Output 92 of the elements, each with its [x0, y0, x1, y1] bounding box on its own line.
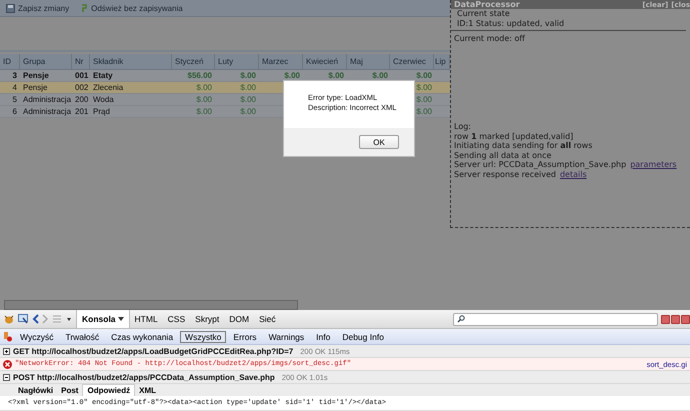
caret-icon — [118, 317, 124, 321]
table-cell-text: 5 — [12, 94, 18, 105]
panel-tab[interactable]: CSS — [162, 310, 190, 328]
column-header[interactable]: Grupa — [20, 54, 72, 69]
table-cell-text: 201 — [74, 106, 90, 117]
table-cell-text: Etaty — [92, 70, 114, 81]
table-cell-text: 4 — [12, 82, 18, 93]
panel-title: DataProcessor — [454, 0, 520, 9]
filter-button[interactable]: Debug Info — [337, 330, 389, 342]
toolbar-button[interactable]: Zapisz zmiany — [4, 4, 72, 12]
response-tab[interactable]: Odpowiedź — [82, 384, 136, 396]
table-cell: $.00 — [416, 83, 432, 92]
table-cell-text: 002 — [74, 82, 90, 93]
expand-toggle-icon[interactable] — [3, 374, 10, 380]
mode-text: Current mode: off — [453, 34, 526, 44]
table-cell-text: Pensje — [22, 70, 50, 81]
search-field[interactable] — [453, 312, 658, 326]
clear-console-icon[interactable] — [3, 332, 13, 342]
table-cell-text: Pensje — [22, 82, 48, 93]
table-cell-text: 3 — [12, 70, 18, 81]
grid-row[interactable]: 3 Pensje 001 Etaty $56.00 $.00 $.00 $.00 $.00 $.00 — [0, 70, 450, 82]
close-button[interactable] — [681, 314, 690, 324]
response-tab[interactable]: Post — [57, 384, 82, 396]
table-cell: $.00 — [196, 83, 212, 92]
request-url[interactable]: GET http://localhost/budzet2/apps/LoadBudgetGridPCCEditRea.php?ID=7 — [13, 346, 294, 356]
filter-button[interactable]: Trwałość — [60, 330, 104, 342]
log-line: Log: — [454, 122, 471, 131]
column-header[interactable]: Lip — [434, 54, 450, 69]
table-cell-text: 200 — [74, 94, 90, 105]
detach-button[interactable] — [671, 314, 680, 324]
column-header[interactable]: ID — [0, 54, 20, 69]
table-cell: $56.00 — [188, 71, 212, 80]
table-cell-text: Prąd — [92, 106, 111, 117]
table-cell: $.00 — [284, 71, 300, 80]
table-cell-text: Administracja — [22, 106, 72, 117]
table-cell: $.00 — [240, 83, 256, 92]
log-line: Server url: PCCData_Assumption_Save.php — [454, 160, 626, 169]
panel-tab[interactable]: Konsola — [76, 310, 130, 328]
bug-icon[interactable] — [3, 314, 15, 324]
filter-button[interactable]: Info — [311, 330, 336, 342]
table-cell: $.00 — [196, 107, 212, 116]
table-cell: $.00 — [372, 71, 388, 80]
state-text: Current state — [456, 9, 511, 18]
table-cell-text: Zlecenia — [92, 82, 124, 93]
panel-tab[interactable]: Sieć — [254, 310, 281, 328]
log-line: Initiating data sending for all rows — [454, 141, 592, 150]
filter-button[interactable]: Warnings — [264, 330, 310, 342]
inspect-icon[interactable] — [18, 314, 29, 324]
table-cell: $.00 — [240, 71, 256, 80]
table-cell: $.00 — [416, 107, 432, 116]
column-header[interactable]: Marzec — [259, 54, 303, 69]
refresh-icon — [81, 4, 88, 12]
state-text: ID:1 Status: updated, valid — [456, 18, 566, 28]
table-cell-text: Woda — [92, 94, 115, 105]
log-link[interactable]: details — [560, 170, 587, 178]
minimize-button[interactable] — [661, 314, 670, 324]
log-line: row 1 marked [updated,valid] — [454, 132, 574, 140]
table-cell: $.00 — [328, 71, 344, 80]
log-line: Server response received — [454, 170, 556, 178]
response-tab[interactable]: XML — [135, 384, 160, 396]
column-header[interactable]: Styczeń — [172, 54, 215, 69]
toolbar-button[interactable]: Odśwież bez zapisywania — [79, 4, 185, 12]
table-cell: $.00 — [240, 95, 256, 104]
table-cell-text: Administracja — [22, 94, 72, 105]
horizontal-scrollbar[interactable] — [4, 300, 298, 310]
filter-button[interactable]: Czas wykonania — [106, 330, 178, 342]
error-icon — [3, 360, 12, 368]
table-cell: $.00 — [240, 107, 256, 116]
expand-toggle-icon[interactable] — [3, 348, 10, 354]
table-cell-text: 001 — [74, 70, 90, 81]
column-header[interactable]: Nr — [72, 54, 90, 69]
response-tab[interactable]: Nagłówki — [14, 384, 58, 396]
panel-tab[interactable]: Skrypt — [190, 310, 224, 328]
search-icon — [457, 315, 465, 323]
filter-button[interactable]: Errors — [228, 330, 262, 342]
table-cell: $.00 — [416, 71, 432, 80]
panel-tab[interactable]: DOM — [224, 310, 254, 328]
filter-button[interactable]: Wszystko — [180, 330, 226, 342]
table-cell: $.00 — [416, 95, 432, 104]
column-header[interactable]: Luty — [215, 54, 259, 69]
column-header[interactable]: Składnik — [90, 54, 172, 69]
filter-button[interactable]: Wyczyść — [15, 330, 58, 342]
request-url[interactable]: POST http://localhost/budzet2/apps/PCCData_Assumption_Save.php — [13, 372, 275, 382]
table-cell: $.00 — [196, 95, 212, 104]
panel-tab[interactable]: HTML — [130, 310, 163, 328]
ok-button[interactable]: OK — [359, 135, 399, 149]
column-header[interactable]: Maj — [347, 54, 390, 69]
column-header[interactable]: Kwiecień — [303, 54, 347, 69]
table-cell-text: 6 — [12, 106, 18, 117]
log-line: Sending all data at once — [454, 150, 552, 160]
column-header[interactable]: Czerwiec — [390, 54, 434, 69]
log-link[interactable]: parameters — [630, 160, 677, 169]
